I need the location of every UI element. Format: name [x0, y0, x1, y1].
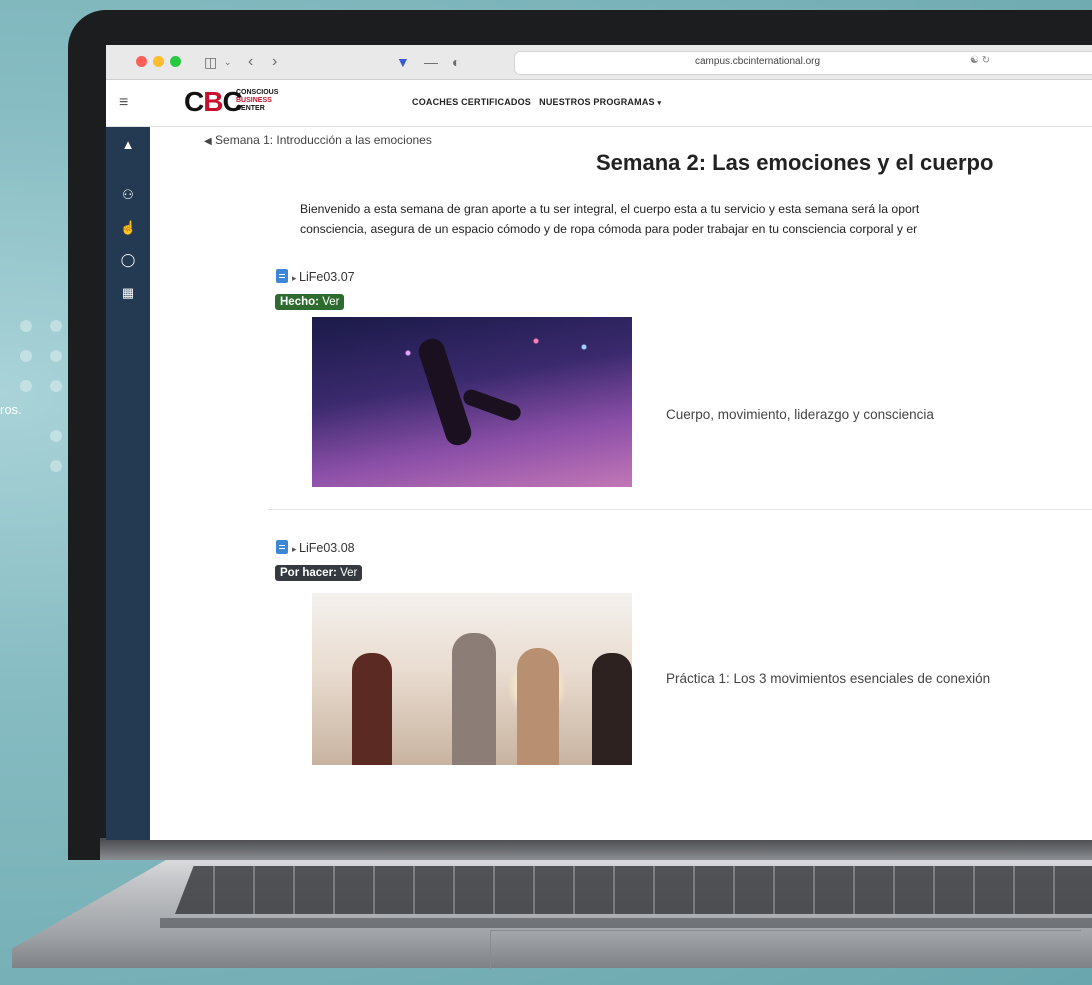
status-badge[interactable]: Por hacer: Ver	[275, 565, 363, 581]
minimize-window-button[interactable]	[153, 56, 164, 67]
zoom-window-button[interactable]	[170, 56, 181, 67]
page-title: Semana 2: Las emociones y el cuerpo	[596, 150, 994, 175]
document-icon	[276, 540, 288, 554]
logo-mark: CBC	[184, 86, 243, 117]
dance-thumbnail[interactable]	[312, 317, 632, 487]
divider	[268, 509, 1092, 510]
women-dancing-thumbnail[interactable]	[312, 593, 632, 765]
document-icon	[276, 269, 288, 283]
sidebar-toggle-icon[interactable]: ◫	[204, 52, 217, 72]
caret-left-icon: ◀	[204, 136, 212, 147]
site-navbar: ≡ CBC CONSCIOUS BUSINESS CENTER COACHES …	[106, 80, 1092, 127]
keyboard	[175, 866, 1092, 914]
menu-nuestros-programas[interactable]: NUESTROS PROGRAMAS	[539, 97, 655, 107]
activity-caption[interactable]: Cuerpo, movimiento, liderazgo y conscien…	[666, 407, 934, 422]
translate-icon[interactable]: ☯ ↻	[970, 55, 990, 66]
privacy-icon[interactable]: ◐	[452, 52, 460, 72]
thumbs-up-icon[interactable]: ☝	[120, 220, 136, 236]
background-text: ros.	[0, 402, 22, 417]
main-content: ◀ Semana 1: Introducción a las emociones…	[150, 127, 1092, 840]
activity-link[interactable]: ▸ LiFe03.08	[276, 540, 355, 555]
graduation-cap-icon[interactable]: ▲	[120, 137, 136, 153]
activity-link[interactable]: ▸ LiFe03.07	[276, 269, 355, 284]
previous-section-label: Semana 1: Introducción a las emociones	[215, 133, 432, 147]
keyboard-row	[160, 918, 1092, 928]
menu-coaches-certificados[interactable]: COACHES CERTIFICADOS	[412, 97, 531, 107]
compass-icon[interactable]: ◯	[120, 252, 136, 268]
trackpad	[490, 930, 1081, 969]
laptop-hinge	[100, 838, 1092, 860]
url-text: campus.cbcinternational.org	[695, 56, 821, 67]
close-window-button[interactable]	[136, 56, 147, 67]
logo-subtitle: CONSCIOUS BUSINESS CENTER	[236, 89, 279, 112]
dash-icon[interactable]: —	[424, 52, 438, 72]
intro-text: Bienvenido a esta semana de gran aporte …	[300, 202, 920, 236]
chevron-down-icon[interactable]: ▾	[657, 100, 661, 107]
forward-icon[interactable]: ›	[272, 52, 277, 72]
left-sidebar: ▲ ⚇ ☝ ◯ ▦	[106, 127, 150, 840]
shield-extension-icon[interactable]: ▼	[396, 52, 410, 72]
back-icon[interactable]: ‹	[248, 52, 253, 72]
previous-section-link[interactable]: ◀ Semana 1: Introducción a las emociones	[204, 133, 432, 147]
main-menu: COACHES CERTIFICADOS NUESTROS PROGRAMAS …	[412, 97, 661, 107]
status-badge[interactable]: Hecho: Ver	[275, 294, 345, 310]
address-bar[interactable]: campus.cbcinternational.org ☯ ↻	[514, 51, 1092, 75]
browser-toolbar: ◫ ⌄ ‹ › ▼ — ◐ campus.cbcinternational.or…	[106, 45, 1092, 80]
hamburger-menu-icon[interactable]: ≡	[119, 94, 128, 112]
users-icon[interactable]: ⚇	[120, 187, 136, 203]
chevron-down-icon[interactable]: ⌄	[224, 52, 232, 72]
activity-caption[interactable]: Práctica 1: Los 3 movimientos esenciales…	[666, 671, 990, 686]
screen: ◫ ⌄ ‹ › ▼ — ◐ campus.cbcinternational.or…	[106, 45, 1092, 840]
calendar-icon[interactable]: ▦	[120, 285, 136, 301]
